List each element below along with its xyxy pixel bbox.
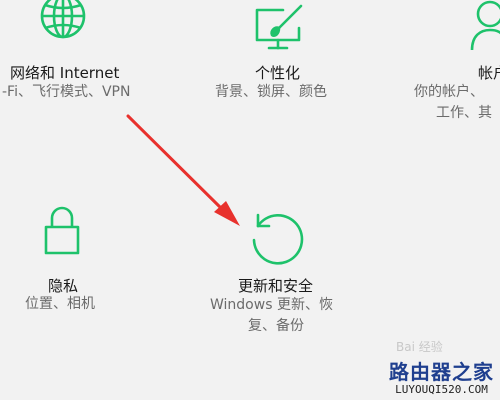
personalization-icon bbox=[255, 4, 307, 50]
tile-title-network: 网络和 Internet bbox=[10, 64, 120, 82]
tile-network-internet[interactable]: 网络和 Internet -Fi、飞行模式、VPN bbox=[0, 0, 160, 105]
tile-title-personalization: 个性化 bbox=[255, 64, 301, 82]
tile-desc-network: -Fi、飞行模式、VPN bbox=[2, 84, 131, 100]
tile-privacy[interactable]: 隐私 位置、相机 bbox=[0, 205, 160, 315]
tile-desc-personalization: 背景、锁屏、颜色 bbox=[215, 84, 327, 100]
update-icon bbox=[250, 212, 306, 268]
tile-accounts[interactable]: 帐户 你的帐户、 工作、其 bbox=[410, 0, 500, 125]
watermark-title: 路由器之家 bbox=[389, 360, 494, 384]
lock-icon bbox=[44, 205, 80, 255]
baidu-watermark: Bai 经验 bbox=[396, 340, 443, 354]
tile-title-accounts: 帐户 bbox=[478, 64, 500, 82]
tile-personalization[interactable]: 个性化 背景、锁屏、颜色 bbox=[205, 0, 365, 105]
site-watermark: 路由器之家 LUYOUQI520.COM bbox=[389, 356, 494, 396]
tile-update-security[interactable]: 更新和安全 Windows 更新、恢 复、备份 bbox=[205, 205, 380, 340]
globe-icon bbox=[40, 0, 86, 42]
tile-title-privacy: 隐私 bbox=[48, 277, 79, 295]
tile-desc-update-line2: 复、备份 bbox=[248, 318, 304, 334]
tile-desc-accounts-line2: 工作、其 bbox=[436, 105, 492, 121]
tile-desc-privacy: 位置、相机 bbox=[25, 296, 95, 312]
watermark-url: LUYOUQI520.COM bbox=[395, 383, 488, 396]
person-icon bbox=[468, 0, 500, 52]
tile-title-update: 更新和安全 bbox=[238, 277, 314, 295]
tile-desc-update-line1: Windows 更新、恢 bbox=[210, 297, 333, 313]
tile-desc-accounts-line1: 你的帐户、 bbox=[414, 84, 484, 100]
